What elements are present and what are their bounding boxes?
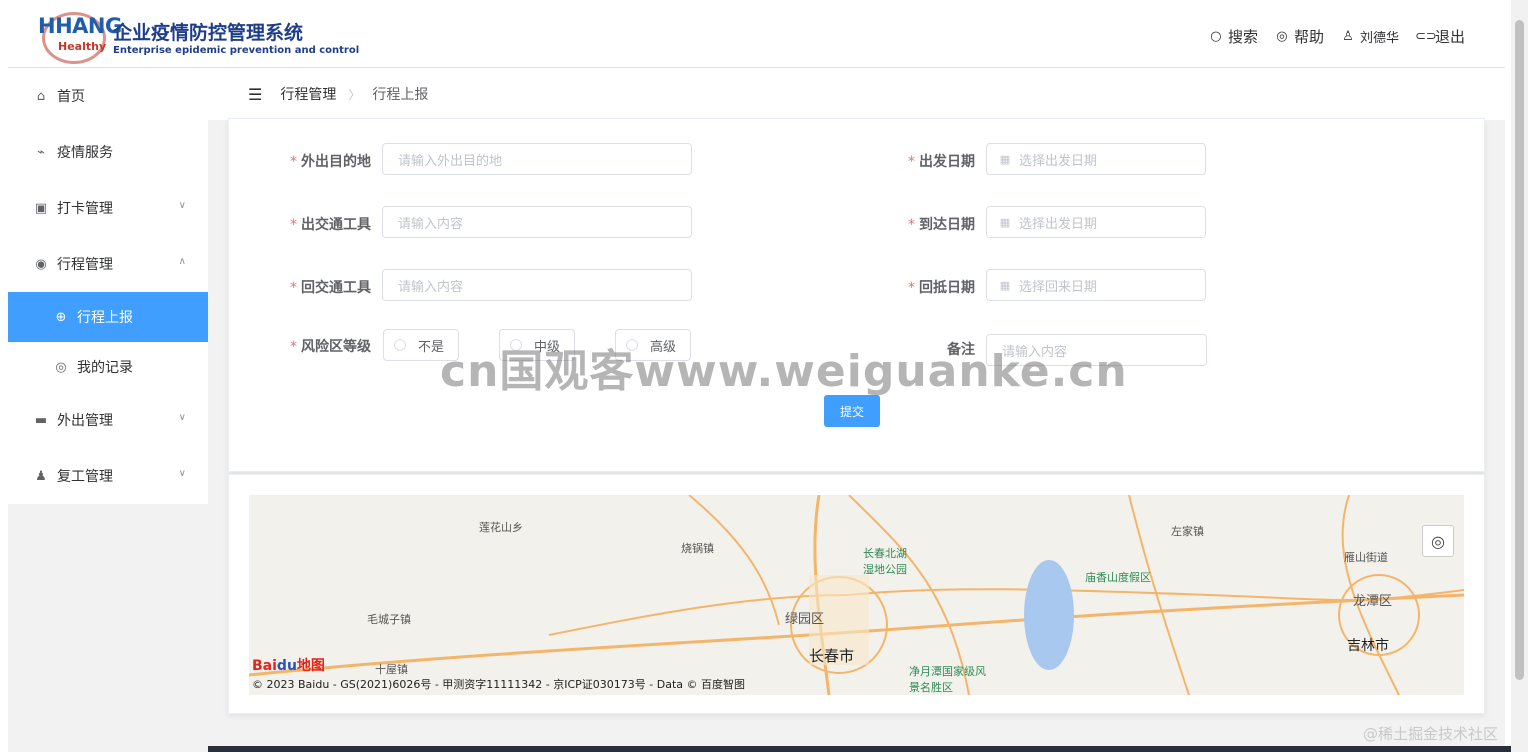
locate-icon[interactable]: ◎	[1422, 525, 1454, 557]
sidebar-item-trip[interactable]: ◉ 行程管理 ∧	[8, 236, 208, 292]
return-date-label: * 回抵日期	[908, 280, 975, 296]
map-copyright: © 2023 Baidu - GS(2021)6026号 - 甲测资字11111…	[252, 678, 746, 691]
header-actions: ○ 搜索 ◎ 帮助 ♙ 刘德华 ⊂⊃ 退出	[1208, 26, 1465, 47]
app-logo[interactable]: HHANG Healthy 企业疫情防控管理系统 Enterprise epid…	[38, 12, 359, 64]
map-poi: 长春北湖湿地公园	[863, 547, 907, 576]
breadcrumb-current: 行程上报	[372, 87, 429, 103]
arrive-date-label: * 到达日期	[908, 217, 975, 233]
back-transport-label: * 回交通工具	[290, 280, 371, 296]
map-label: 十屋镇	[375, 663, 408, 676]
chevron-down-icon: ∨	[178, 412, 186, 423]
map-label: 烧锅镇	[681, 542, 714, 555]
map-label: 绿园区	[785, 612, 825, 627]
arrive-date-picker[interactable]: ▦ 选择出发日期	[986, 206, 1206, 238]
toggle-icon: ⊂⊃	[1414, 29, 1437, 44]
sidebar-item-label: 外出管理	[57, 413, 113, 429]
depart-date-picker[interactable]: ▦ 选择出发日期	[986, 143, 1206, 175]
destination-input[interactable]: 请输入外出目的地	[382, 143, 692, 175]
map-roads	[249, 495, 1464, 695]
back-transport-input[interactable]: 请输入内容	[382, 269, 692, 301]
clipboard-icon: ▣	[34, 200, 48, 216]
depart-date-label: * 出发日期	[908, 154, 975, 170]
breadcrumb-separator-icon: 〉	[348, 87, 361, 102]
sidebar-subitem-label: 我的记录	[77, 360, 133, 376]
map-label: 吉林市	[1347, 638, 1389, 654]
submit-button[interactable]: 提交	[824, 395, 880, 427]
briefcase-icon: ▬	[34, 412, 48, 428]
sidebar-item-epidemic-service[interactable]: ⌁ 疫情服务	[8, 124, 208, 180]
app-header: HHANG Healthy 企业疫情防控管理系统 Enterprise epid…	[8, 8, 1505, 68]
search-button[interactable]: ○ 搜索	[1208, 26, 1258, 47]
return-date-picker[interactable]: ▦ 选择回来日期	[986, 269, 1206, 301]
map-label: 龙潭区	[1353, 594, 1393, 609]
bottom-bar	[208, 746, 1511, 752]
chevron-down-icon: ∨	[178, 468, 186, 479]
sidebar-item-outing[interactable]: ▬ 外出管理 ∨	[8, 392, 208, 448]
map-label: 左家镇	[1171, 525, 1204, 538]
logo-sub: Healthy	[58, 40, 107, 53]
radio-dot-icon	[394, 339, 406, 351]
risk-level-label: * 风险区等级	[290, 339, 371, 355]
chart-icon: ⌁	[37, 144, 45, 160]
sidebar-item-label: 首页	[57, 89, 85, 105]
sidebar-item-home[interactable]: ⌂ 首页	[8, 68, 208, 124]
logo-brand: HHANG	[38, 14, 122, 38]
sidebar-item-label: 行程管理	[57, 257, 113, 273]
map-label: 莲花山乡	[479, 521, 523, 534]
map-label: 雁山街道	[1344, 551, 1388, 564]
menu-fold-icon[interactable]: ☰	[248, 85, 262, 104]
chevron-up-icon: ∧	[178, 256, 186, 267]
help-label: 帮助	[1293, 28, 1324, 46]
chevron-down-icon: ∨	[178, 200, 186, 211]
breadcrumb-parent[interactable]: 行程管理	[280, 84, 336, 104]
watermark: cn国观客www.weiguanke.cn	[440, 346, 1128, 397]
sidebar-subitem-my-records[interactable]: ◎ 我的记录	[8, 342, 208, 392]
map-label: 毛城子镇	[367, 613, 411, 626]
logout-label: 退出	[1434, 28, 1465, 46]
sidebar-item-resume-work[interactable]: ♟ 复工管理 ∨	[8, 448, 208, 504]
main-content: ☰ 行程管理 〉 行程上报 * 外出目的地 请输入外出目的地 * 出发日期 ▦ 选择出…	[208, 68, 1505, 752]
sidebar-item-label: 打卡管理	[57, 201, 113, 217]
calendar-icon: ▦	[999, 215, 1011, 229]
sidebar: ⌂ 首页 ⌁ 疫情服务 ▣ 打卡管理 ∨ ◉ 行程管理 ∧ ⊕ 行程上报 ◎ 我…	[8, 68, 208, 752]
search-icon: ○	[1210, 29, 1222, 44]
location-icon: ◉	[35, 256, 47, 272]
calendar-icon: ▦	[999, 152, 1011, 166]
user-name: 刘德华	[1359, 31, 1399, 46]
scrollbar-thumb[interactable]	[1515, 20, 1524, 680]
app-title-en: Enterprise epidemic prevention and contr…	[113, 45, 360, 56]
sidebar-item-label: 疫情服务	[57, 145, 113, 161]
breadcrumb: ☰ 行程管理 〉 行程上报	[208, 68, 1505, 120]
home-icon: ⌂	[36, 88, 46, 104]
logout-button[interactable]: ⊂⊃ 退出	[1415, 26, 1465, 47]
baidu-logo: Baidu地图	[252, 658, 325, 674]
sidebar-menu: ⌂ 首页 ⌁ 疫情服务 ▣ 打卡管理 ∨ ◉ 行程管理 ∧ ⊕ 行程上报 ◎ 我…	[8, 68, 208, 504]
search-label: 搜索	[1227, 28, 1258, 46]
sidebar-subitem-label: 行程上报	[77, 310, 133, 326]
help-button[interactable]: ◎ 帮助	[1274, 26, 1324, 47]
sidebar-item-label: 复工管理	[57, 469, 113, 485]
help-icon: ◎	[1276, 29, 1288, 44]
sidebar-item-checkin[interactable]: ▣ 打卡管理 ∨	[8, 180, 208, 236]
map-poi: 净月潭国家级风景名胜区	[909, 665, 986, 694]
calendar-icon: ▦	[999, 278, 1011, 292]
user-icon: ♟	[35, 468, 47, 484]
location-record-icon: ◎	[55, 359, 67, 375]
baidu-map[interactable]: 莲花山乡 烧锅镇 毛城子镇 十屋镇 绿园区 左家镇 雁山街道 龙潭区 吉林市 长…	[249, 495, 1464, 695]
user-icon: ♙	[1342, 29, 1354, 44]
app-title: 企业疫情防控管理系统	[113, 22, 304, 44]
map-poi: 庙香山度假区	[1085, 571, 1151, 584]
sidebar-subitem-trip-report[interactable]: ⊕ 行程上报	[8, 292, 208, 342]
user-menu[interactable]: ♙ 刘德华	[1340, 27, 1399, 46]
out-transport-input[interactable]: 请输入内容	[382, 206, 692, 238]
location-add-icon: ⊕	[55, 309, 67, 325]
destination-label: * 外出目的地	[290, 154, 371, 170]
footer-watermark: @稀土掘金技术社区	[1362, 725, 1498, 743]
map-city: 长春市	[809, 647, 855, 665]
trip-report-form: * 外出目的地 请输入外出目的地 * 出发日期 ▦ 选择出发日期 * 出交通工具 请输入…	[228, 118, 1485, 472]
out-transport-label: * 出交通工具	[290, 217, 371, 233]
scrollbar[interactable]	[1511, 0, 1528, 752]
map-card: 莲花山乡 烧锅镇 毛城子镇 十屋镇 绿园区 左家镇 雁山街道 龙潭区 吉林市 长…	[228, 474, 1485, 714]
